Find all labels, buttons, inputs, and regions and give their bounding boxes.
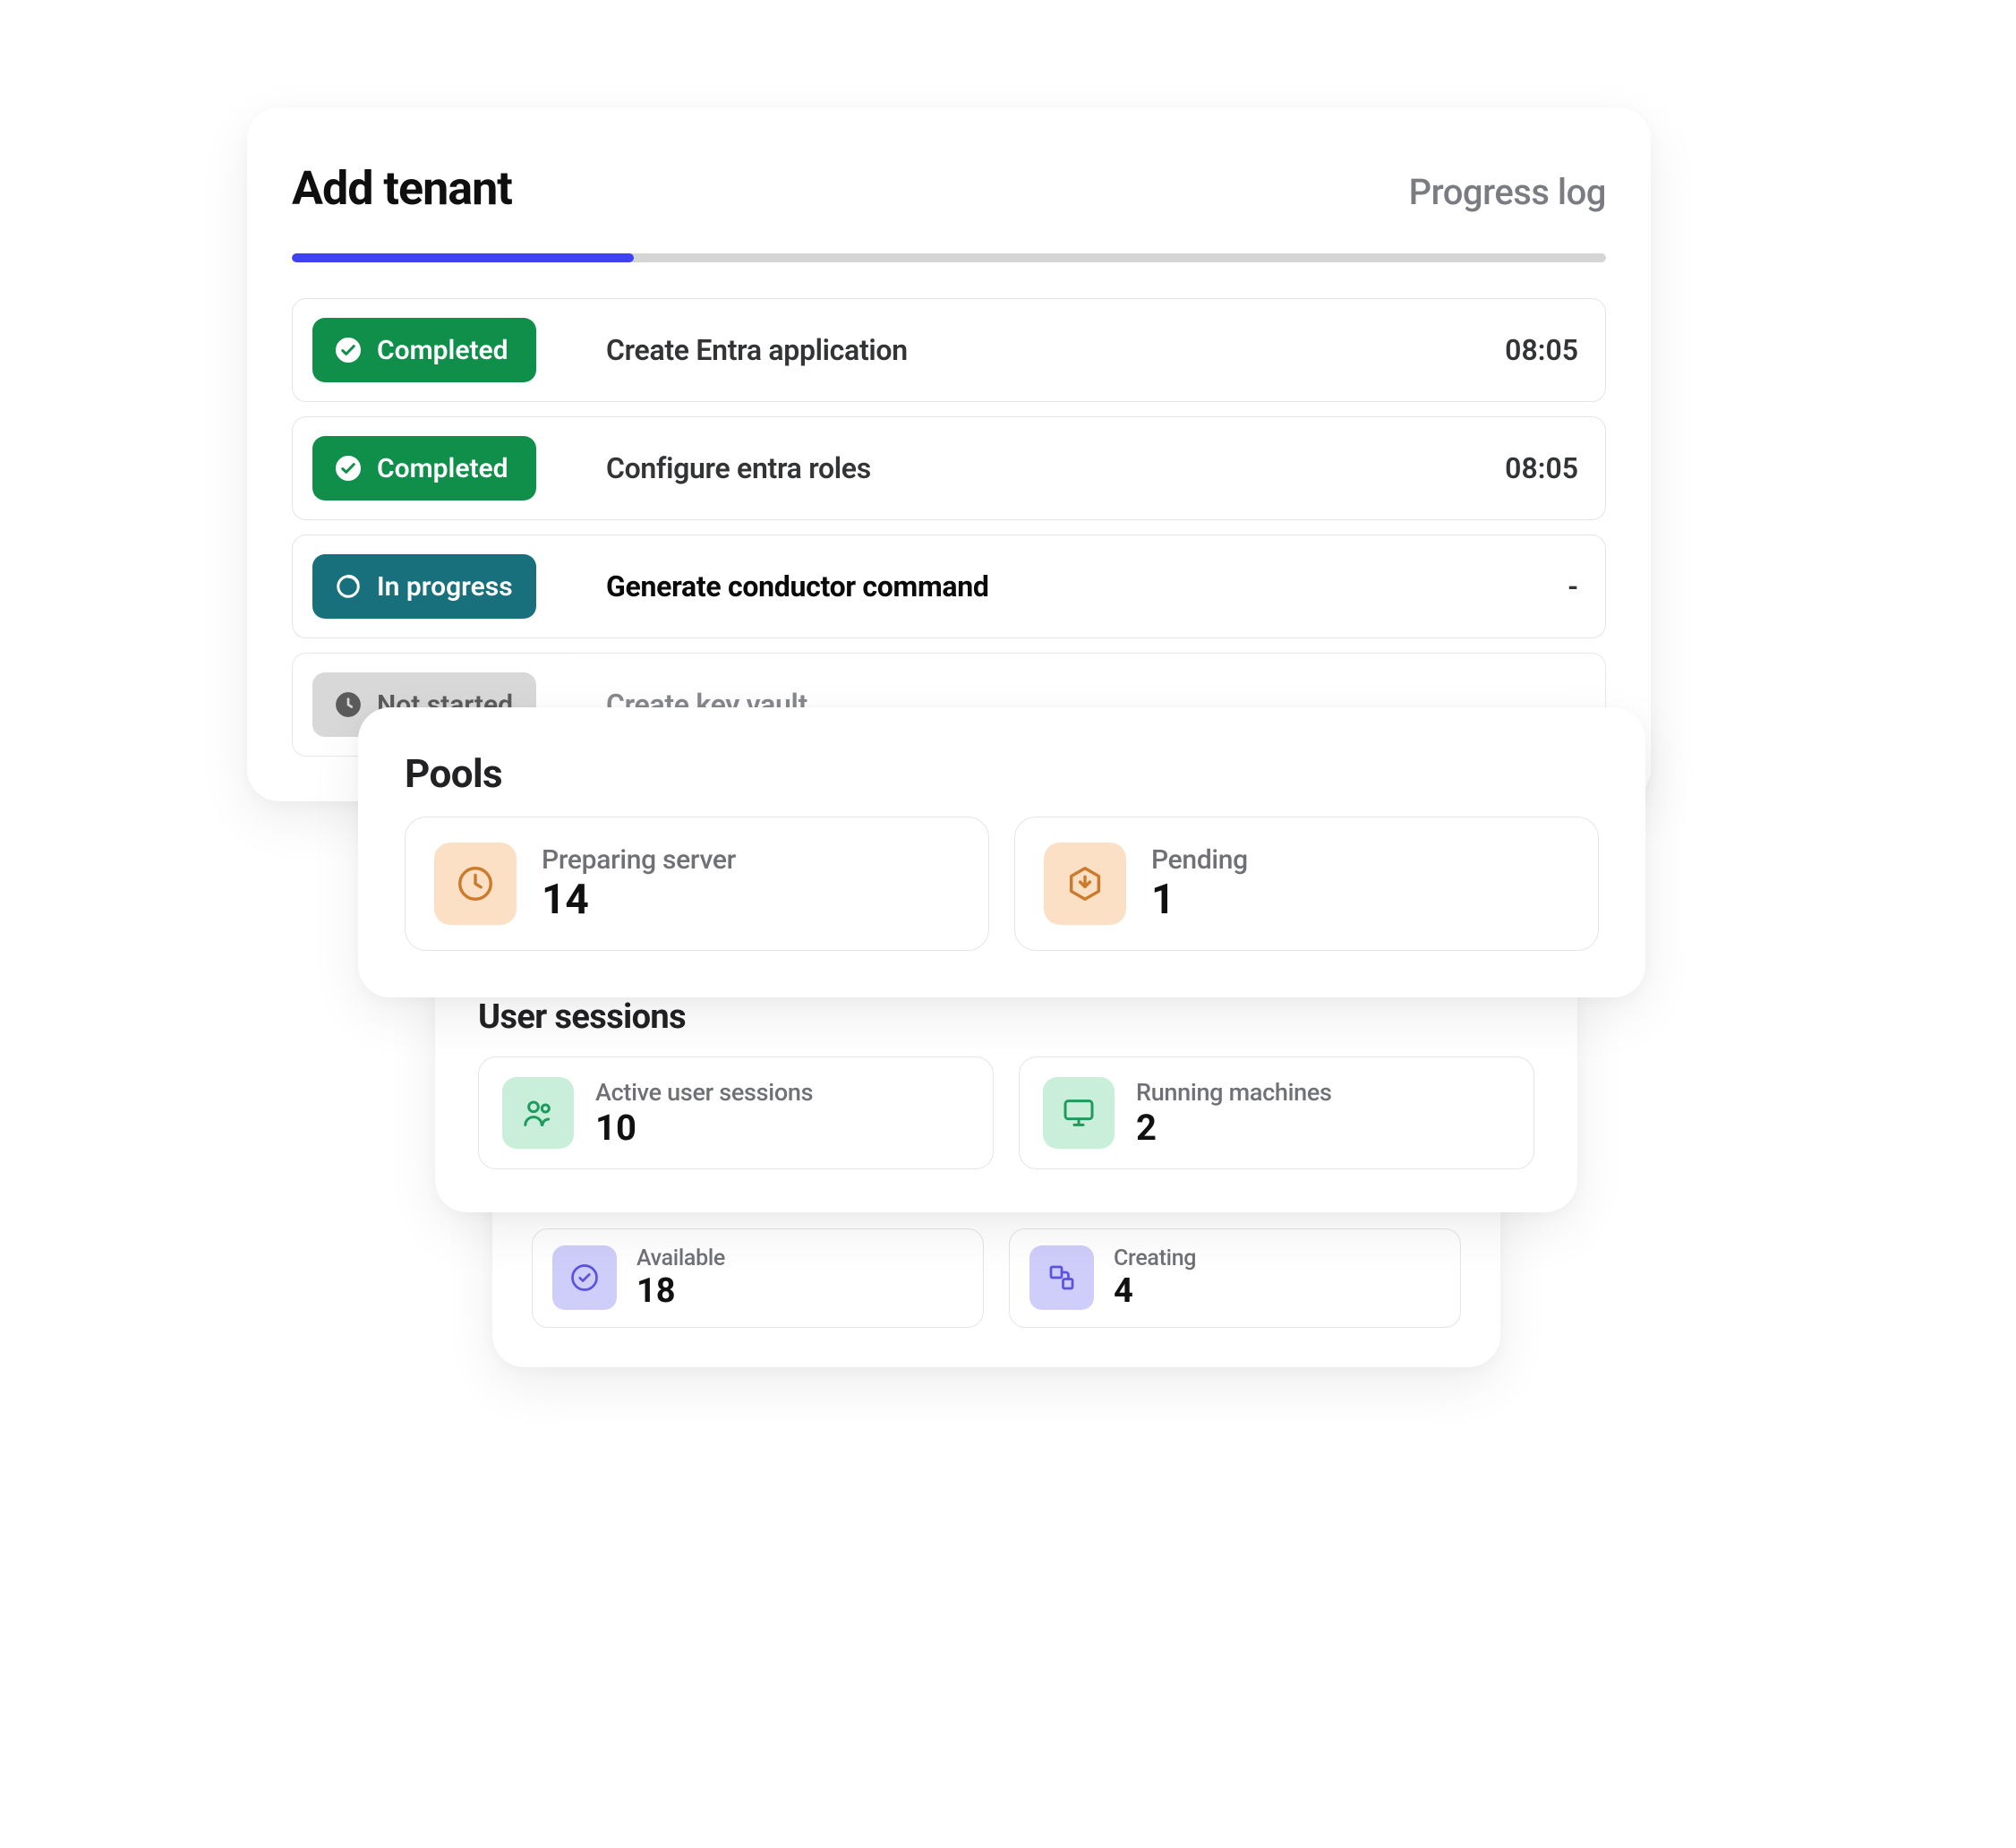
stat-card-available[interactable]: Available 18 (532, 1228, 984, 1328)
clock-icon (334, 690, 363, 719)
status-pill-in-progress: In progress (312, 554, 536, 619)
stat-card-running-machines[interactable]: Running machines 2 (1019, 1057, 1534, 1169)
status-label: Completed (377, 453, 508, 484)
monitor-icon (1043, 1077, 1115, 1149)
stat-card-pending[interactable]: Pending 1 (1014, 817, 1599, 951)
check-circle-icon (552, 1245, 617, 1310)
stat-label: Running machines (1136, 1078, 1332, 1107)
stat-card-creating[interactable]: Creating 4 (1009, 1228, 1461, 1328)
stat-label: Creating (1114, 1245, 1196, 1271)
stat-label: Pending (1151, 844, 1248, 876)
task-name: Create Entra application (606, 333, 1410, 367)
shapes-icon (1029, 1245, 1094, 1310)
status-label: In progress (377, 571, 513, 603)
stat-value: 2 (1136, 1108, 1332, 1148)
clock-icon (434, 843, 517, 925)
stat-value: 1 (1151, 877, 1248, 923)
progress-bar (292, 253, 1606, 262)
progress-log-label: Progress log (1409, 171, 1606, 213)
section-title: Pools (405, 750, 1599, 797)
stat-card-active-sessions[interactable]: Active user sessions 10 (478, 1057, 994, 1169)
people-icon (502, 1077, 574, 1149)
stat-value: 18 (636, 1273, 725, 1311)
stat-value: 4 (1114, 1273, 1196, 1311)
status-pill-completed: Completed (312, 318, 536, 382)
check-circle-icon (334, 454, 363, 483)
spinner-icon (334, 572, 363, 601)
stat-label: Available (636, 1245, 725, 1271)
task-name: Generate conductor command (606, 569, 1410, 603)
add-tenant-panel: Add tenant Progress log Completed Create… (247, 107, 1651, 801)
pools-panel: Pools Preparing server 14 Pending 1 (358, 707, 1645, 997)
stat-value: 10 (595, 1108, 813, 1148)
check-circle-icon (334, 336, 363, 364)
page-title: Add tenant (292, 161, 512, 216)
deploy-icon (1044, 843, 1126, 925)
task-row[interactable]: Completed Create Entra application 08:05 (292, 298, 1606, 402)
task-row[interactable]: Completed Configure entra roles 08:05 (292, 416, 1606, 520)
task-time: 08:05 (1435, 333, 1578, 367)
section-title: User sessions (478, 997, 1534, 1037)
status-label: Completed (377, 335, 508, 366)
task-name: Configure entra roles (606, 451, 1410, 485)
task-time: - (1435, 569, 1578, 603)
status-pill-completed: Completed (312, 436, 536, 500)
task-time: 08:05 (1435, 451, 1578, 485)
stat-card-preparing-server[interactable]: Preparing server 14 (405, 817, 989, 951)
progress-bar-fill (292, 253, 634, 262)
stat-label: Preparing server (542, 844, 736, 876)
task-row[interactable]: In progress Generate conductor command - (292, 535, 1606, 638)
stat-value: 14 (542, 877, 736, 923)
stat-label: Active user sessions (595, 1078, 813, 1107)
